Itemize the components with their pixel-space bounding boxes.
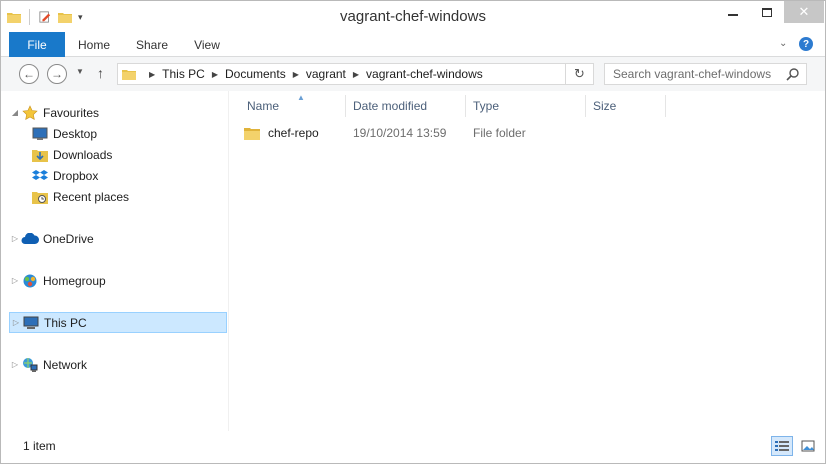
nav-item-downloads[interactable]: Downloads bbox=[31, 144, 112, 165]
collapse-icon[interactable]: ◢ bbox=[9, 108, 21, 117]
file-name-cell[interactable]: chef-repo bbox=[244, 126, 319, 140]
file-date-modified: 19/10/2014 13:59 bbox=[353, 126, 447, 140]
nav-item-network[interactable]: ▷ Network bbox=[9, 354, 87, 375]
up-arrow-icon: ↑ bbox=[97, 65, 104, 81]
column-label: Date modified bbox=[353, 99, 428, 113]
chevron-right-icon[interactable]: ▶ bbox=[212, 70, 218, 79]
nav-label: Homegroup bbox=[43, 273, 106, 288]
tab-view[interactable]: View bbox=[181, 32, 233, 57]
refresh-button[interactable]: ↻ bbox=[566, 63, 594, 85]
close-button[interactable]: ✕ bbox=[784, 1, 824, 23]
expand-icon[interactable]: ▷ bbox=[9, 234, 21, 243]
tab-share[interactable]: Share bbox=[123, 32, 181, 57]
column-label: Type bbox=[473, 99, 500, 113]
expand-icon[interactable]: ▷ bbox=[10, 318, 22, 327]
nav-item-recent-places[interactable]: Recent places bbox=[31, 186, 129, 207]
tab-file[interactable]: File bbox=[9, 32, 65, 57]
file-name: chef-repo bbox=[268, 126, 319, 140]
nav-item-onedrive[interactable]: ▷ OneDrive bbox=[9, 228, 94, 249]
ribbon: File Home Share View ⌄ ? bbox=[1, 32, 825, 57]
desktop-icon bbox=[31, 126, 49, 142]
chevron-right-icon[interactable]: ▶ bbox=[353, 70, 359, 79]
search-input[interactable] bbox=[613, 67, 783, 81]
table-row[interactable]: chef-repo 19/10/2014 13:59 File folder bbox=[240, 122, 760, 144]
refresh-icon: ↻ bbox=[574, 66, 585, 81]
breadcrumb-documents[interactable]: Documents bbox=[225, 67, 286, 81]
onedrive-icon bbox=[21, 231, 39, 247]
breadcrumb: ▶ This PC ▶ Documents ▶ vagrant ▶ vagran… bbox=[142, 67, 483, 81]
search-box[interactable] bbox=[604, 63, 807, 85]
chevron-right-icon[interactable]: ▶ bbox=[293, 70, 299, 79]
nav-item-homegroup[interactable]: ▷ Homegroup bbox=[9, 270, 106, 291]
large-icons-view-icon bbox=[801, 440, 815, 452]
back-arrow-icon: ← bbox=[23, 67, 35, 81]
nav-label: Network bbox=[43, 357, 88, 372]
file-type: File folder bbox=[473, 126, 526, 140]
minimize-button[interactable] bbox=[716, 1, 750, 23]
nav-item-favourites[interactable]: ◢ Favourites bbox=[9, 102, 99, 123]
address-bar[interactable]: ▶ This PC ▶ Documents ▶ vagrant ▶ vagran… bbox=[117, 63, 674, 85]
forward-button[interactable]: → bbox=[47, 64, 67, 84]
downloads-icon bbox=[31, 147, 49, 163]
nav-label: Favourites bbox=[43, 105, 100, 120]
star-icon bbox=[21, 104, 39, 121]
column-header-name[interactable]: ▲ Name bbox=[240, 93, 346, 117]
network-icon bbox=[21, 357, 39, 373]
navigation-pane: ◢ Favourites Desktop Downloads Dropbox R… bbox=[1, 91, 229, 431]
up-button[interactable]: ↑ bbox=[97, 65, 104, 81]
recent-places-icon bbox=[31, 189, 49, 205]
breadcrumb-vagrant[interactable]: vagrant bbox=[306, 67, 346, 81]
explorer-window: ▾ vagrant-chef-windows ✕ File Home Share… bbox=[0, 0, 826, 464]
details-view-icon bbox=[775, 441, 789, 451]
file-list: ▲ Name Date modified Type Size chef-repo… bbox=[230, 91, 825, 431]
back-button[interactable]: ← bbox=[19, 64, 39, 84]
computer-icon bbox=[22, 315, 40, 331]
large-icons-view-button[interactable] bbox=[797, 436, 819, 456]
chevron-right-icon: ▶ bbox=[149, 69, 156, 79]
search-icon[interactable] bbox=[786, 67, 800, 81]
nav-label: This PC bbox=[44, 315, 87, 330]
address-row: ← → ▼ ↑ ▶ This PC ▶ Documents ▶ vagrant … bbox=[1, 57, 825, 91]
maximize-icon bbox=[762, 7, 772, 17]
nav-item-dropbox[interactable]: Dropbox bbox=[31, 165, 98, 186]
nav-label: Recent places bbox=[53, 189, 130, 204]
title-bar: ▾ vagrant-chef-windows ✕ bbox=[1, 1, 825, 32]
homegroup-icon bbox=[21, 273, 39, 289]
expand-ribbon-icon[interactable]: ⌄ bbox=[779, 38, 787, 49]
item-count: 1 item bbox=[23, 439, 56, 453]
folder-icon bbox=[122, 70, 136, 80]
recent-locations-dropdown[interactable]: ▼ bbox=[76, 67, 84, 76]
column-header-date-modified[interactable]: Date modified bbox=[346, 95, 466, 117]
help-icon[interactable]: ? bbox=[799, 37, 813, 51]
expand-icon[interactable]: ▷ bbox=[9, 276, 21, 285]
maximize-button[interactable] bbox=[750, 1, 784, 23]
column-label: Size bbox=[593, 99, 617, 113]
window-title: vagrant-chef-windows bbox=[340, 8, 486, 25]
breadcrumb-vagrant-chef-windows[interactable]: vagrant-chef-windows bbox=[366, 67, 483, 81]
close-icon: ✕ bbox=[798, 4, 810, 19]
dropbox-icon bbox=[31, 168, 49, 184]
status-bar: 1 item bbox=[1, 431, 825, 463]
sort-ascending-icon: ▲ bbox=[297, 93, 305, 102]
nav-label: Desktop bbox=[53, 126, 98, 141]
expand-icon[interactable]: ▷ bbox=[9, 360, 21, 369]
nav-item-this-pc[interactable]: ▷ This PC bbox=[9, 312, 227, 333]
details-view-button[interactable] bbox=[771, 436, 793, 456]
nav-label: Dropbox bbox=[53, 168, 99, 183]
minimize-icon bbox=[728, 14, 738, 16]
tab-home[interactable]: Home bbox=[65, 32, 123, 57]
column-header-type[interactable]: Type bbox=[466, 95, 586, 117]
column-label: Name bbox=[247, 99, 280, 113]
folder-icon bbox=[244, 128, 260, 140]
breadcrumb-this-pc[interactable]: This PC bbox=[162, 67, 205, 81]
nav-label: Downloads bbox=[53, 147, 113, 162]
nav-label: OneDrive bbox=[43, 231, 94, 246]
nav-item-desktop[interactable]: Desktop bbox=[31, 123, 97, 144]
forward-arrow-icon: → bbox=[51, 67, 63, 81]
column-header-size[interactable]: Size bbox=[586, 95, 666, 117]
